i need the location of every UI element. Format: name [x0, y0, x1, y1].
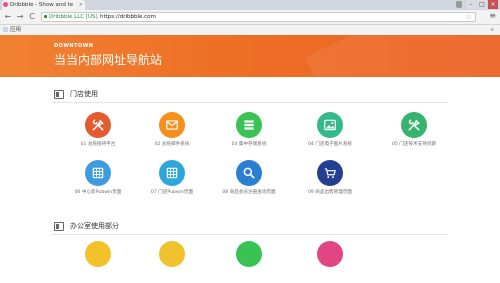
nav-tile[interactable]: 02 总舵邮件系统: [134, 112, 210, 154]
tile-label[interactable]: 09 商品出售管理页面: [292, 189, 368, 195]
grid-icon[interactable]: [159, 160, 185, 186]
tile-label[interactable]: 04 门店电子图片系统: [292, 141, 368, 147]
tab-close-button[interactable]: ×: [79, 0, 83, 10]
monitor-icon: [54, 89, 64, 99]
image-icon[interactable]: [317, 112, 343, 138]
tile-label[interactable]: 02 总舵邮件系统: [134, 141, 210, 147]
window-controls: – □ ×: [466, 0, 498, 9]
monitor-icon: [54, 221, 64, 231]
minimize-button[interactable]: –: [466, 0, 476, 9]
browser-menu-icon[interactable]: ≡: [489, 11, 496, 21]
ev-certificate-badge[interactable]: Dribbble LLC [US]: [43, 13, 98, 21]
reload-button[interactable]: C: [27, 12, 37, 22]
nav-tile[interactable]: 03 集中存储系统: [211, 112, 287, 154]
maximize-button[interactable]: □: [477, 0, 487, 9]
tile-icon[interactable]: [317, 241, 343, 267]
nav-tile[interactable]: 04 门店电子图片系统: [292, 112, 368, 154]
tools-icon[interactable]: [85, 112, 111, 138]
browser-chrome: Dribbble - Show and te × – □ × ← → C Dri…: [0, 0, 500, 36]
tile-icon[interactable]: [159, 241, 185, 267]
browser-toolbar: ← → C Dribbble LLC [US] https://dribbble…: [0, 10, 500, 25]
nav-tile[interactable]: [292, 241, 368, 283]
bookmark-star-icon[interactable]: ☆: [466, 13, 472, 21]
cart-icon[interactable]: [317, 160, 343, 186]
nav-tile[interactable]: [134, 241, 210, 283]
tile-label[interactable]: 05 门店技术支持问题: [376, 141, 452, 147]
tile-label[interactable]: 01 总舵接待平台: [60, 141, 136, 147]
bookmarks-overflow-button[interactable]: »: [491, 26, 494, 34]
section-title: 办公室使用部分: [70, 222, 119, 230]
nav-tile[interactable]: 07 门店Pubwin页面: [134, 160, 210, 202]
nav-tile[interactable]: 06 中心影Pubwin页面: [60, 160, 136, 202]
database-icon[interactable]: [236, 112, 262, 138]
nav-tile[interactable]: 08 商品会员注册查询页面: [211, 160, 287, 202]
section-title: 门店使用: [70, 90, 98, 98]
page-title: 当当内部网址导航站: [54, 53, 163, 67]
grid-icon[interactable]: [85, 160, 111, 186]
dribbble-favicon-icon: [3, 2, 8, 7]
section-header-office: 办公室使用部分: [54, 219, 119, 233]
mail-icon[interactable]: [159, 112, 185, 138]
tab-title: Dribbble - Show and te: [10, 2, 74, 8]
tools-icon[interactable]: [401, 112, 427, 138]
tile-label[interactable]: 07 门店Pubwin页面: [134, 189, 210, 195]
divider: [52, 102, 448, 103]
section-header-store: 门店使用: [54, 87, 98, 101]
nav-tile[interactable]: 01 总舵接待平台: [60, 112, 136, 154]
lock-icon: [44, 15, 47, 18]
tile-label[interactable]: 06 中心影Pubwin页面: [60, 189, 136, 195]
divider: [52, 234, 448, 235]
tile-label[interactable]: 03 集中存储系统: [211, 141, 287, 147]
nav-tile[interactable]: 09 商品出售管理页面: [292, 160, 368, 202]
close-window-button[interactable]: ×: [488, 0, 498, 9]
tile-icon[interactable]: [85, 241, 111, 267]
brand-logo: DOWNTOWN: [54, 43, 94, 49]
tile-label[interactable]: 08 商品会员注册查询页面: [211, 189, 287, 195]
url-text[interactable]: https://dribbble.com: [100, 13, 156, 21]
forward-button[interactable]: →: [15, 12, 25, 22]
nav-tile[interactable]: [211, 241, 287, 283]
tile-icon[interactable]: [236, 241, 262, 267]
header-banner: DOWNTOWN 当当内部网址导航站: [0, 35, 500, 77]
back-button[interactable]: ←: [3, 12, 13, 22]
user-profile-icon[interactable]: [456, 1, 462, 8]
bookmark-apps[interactable]: 应用: [3, 26, 21, 34]
tab-strip: Dribbble - Show and te × – □ ×: [0, 0, 500, 10]
search-icon[interactable]: [236, 160, 262, 186]
bookmark-apps-label: 应用: [10, 27, 22, 33]
ev-label: Dribbble LLC [US]: [49, 14, 98, 20]
apps-grid-icon: [3, 27, 8, 32]
browser-tab[interactable]: Dribbble - Show and te ×: [2, 0, 85, 10]
address-bar[interactable]: Dribbble LLC [US] https://dribbble.com ☆: [41, 12, 476, 22]
nav-tile[interactable]: 05 门店技术支持问题: [376, 112, 452, 154]
nav-tile[interactable]: [60, 241, 136, 283]
